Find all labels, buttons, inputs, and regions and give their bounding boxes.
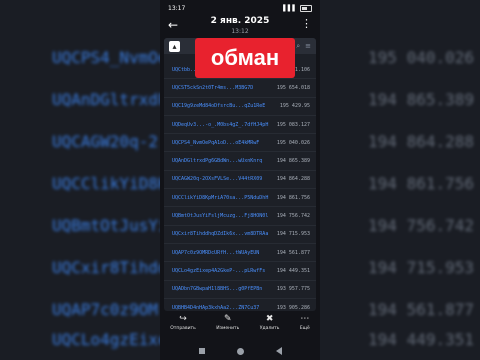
edit-button[interactable]: ✎ Изменить bbox=[216, 314, 239, 338]
list-item: UQCST5ckSn2t0Tr4ms...M3BG7D 195 654.018 bbox=[164, 79, 316, 98]
list-item: UQCLo4gzEixep4A2GkeP-...pLRwfFs 194 449.3… bbox=[164, 262, 316, 281]
toolbar-label: Изменить bbox=[216, 326, 240, 331]
wallet-address: UQC19g9zeMd84oDfsrcBu...qZu1ReE bbox=[172, 103, 266, 110]
share-icon: ↪ bbox=[179, 314, 187, 324]
edit-icon: ✎ bbox=[224, 314, 232, 324]
wallet-address: UQCLo4gzEixep4A2GkeP-...pLRwfFs bbox=[172, 267, 266, 274]
more-button[interactable]: ⋯ Ещё bbox=[300, 314, 310, 338]
more-vert-icon[interactable]: ⋮ bbox=[301, 17, 312, 30]
status-bar: 13:17 ▌▌▌ bbox=[160, 0, 320, 16]
wallet-address: UQDeqUv3...-o_.M0bs4gZ_.7dfHJ4pH bbox=[172, 121, 269, 128]
more-icon: ⋯ bbox=[300, 314, 310, 324]
list-item: UQBmtOtJusYiFsljMcuzg...Fj8HON0l 194 756.… bbox=[164, 207, 316, 226]
list-item: UQCxir8TihddhqDZdIk6x...vm8DTRAa 194 715.… bbox=[164, 226, 316, 244]
balance-value: 194 861.756 bbox=[276, 194, 310, 201]
viewer-header: ← 2 янв. 2025 13:12 ⋮ bbox=[160, 16, 320, 38]
doc-tools: ⌕ ≡ bbox=[296, 42, 311, 51]
header-time: 13:12 bbox=[231, 28, 249, 35]
search-icon: ⌕ bbox=[296, 41, 301, 50]
status-time: 13:17 bbox=[168, 4, 186, 12]
list-item: UQBHB4D4nHAp3kxhAa2...ZN7Cu37 193 905.286 bbox=[164, 299, 316, 311]
delete-icon: ✖ bbox=[265, 314, 274, 324]
list-item: UQC19g9zeMd84oDfsrcBu...qZu1ReE 195 429.9… bbox=[164, 98, 316, 116]
list-item: UQCClikYiD8KpMriA70sa...P5NduDhH 194 861.… bbox=[164, 189, 316, 208]
app-logo-icon: ▴ bbox=[169, 40, 180, 52]
toolbar-label: Отправить bbox=[170, 326, 196, 331]
balance-value: 194 756.742 bbox=[276, 213, 310, 220]
overlay-label: обман bbox=[195, 38, 295, 78]
balance-value: 193 957.775 bbox=[276, 286, 310, 293]
wallet-address: UQCClikYiD8KpMriA70sa...P5NduDhH bbox=[172, 194, 269, 201]
balance-value: 194 449.351 bbox=[276, 267, 310, 274]
battery-icon bbox=[300, 4, 312, 12]
list-item: UQCAGW20q-2OXsFVLSe...V44tRX09 194 864.28… bbox=[164, 171, 316, 190]
system-nav-bar bbox=[160, 342, 320, 360]
delete-button[interactable]: ✖ Удалить bbox=[260, 314, 280, 338]
balance-value: 194 865.389 bbox=[276, 158, 310, 165]
balance-value: 194 561.877 bbox=[276, 249, 310, 256]
back-button[interactable] bbox=[275, 347, 282, 355]
list-item: UQAP7c0z9OMRDcURfH...tWUAyEUN 194 561.877 bbox=[164, 244, 316, 263]
balance-value: 195 040.026 bbox=[276, 139, 310, 146]
wallet-address: UQAnDGltrxdPg6GBdWn...wUxnKnrq bbox=[172, 158, 263, 165]
wallet-address: UQBmtOtJusYiFsljMcuzg...Fj8HON0l bbox=[172, 213, 269, 220]
share-button[interactable]: ↪ Отправить bbox=[170, 314, 196, 338]
wallet-address: UQCAGW20q-2OXsFVLSe...V44tRX09 bbox=[172, 176, 263, 183]
balance-value: 193 905.286 bbox=[276, 304, 310, 311]
status-icons: ▌▌▌ bbox=[283, 4, 312, 12]
balance-value: 195 429.95 bbox=[279, 103, 310, 110]
list-item: UQADbn7GBwpaH1l8BHS...g0PfEPBn 193 957.77… bbox=[164, 281, 316, 299]
toolbar-label: Ещё bbox=[299, 326, 310, 331]
list-item: UQAnDGltrxdPg6GBdWn...wUxnKnrq 194 865.38… bbox=[164, 152, 316, 171]
list-item: UQDeqUv3...-o_.M0bs4gZ_.7dfHJ4pH 195 083.… bbox=[164, 116, 316, 135]
wallet-address: UQCPS4_NvmOePqA1oD...oE4kMRwF bbox=[172, 139, 260, 146]
header-date: 2 янв. 2025 bbox=[210, 16, 270, 26]
home-button[interactable] bbox=[236, 347, 244, 355]
bottom-toolbar: ↪ Отправить ✎ Изменить ✖ Удалить ⋯ Ещё bbox=[160, 314, 320, 338]
wallet-address: UQCxir8TihddhqDZdIk6x...vm8DTRAa bbox=[172, 231, 269, 238]
recents-button[interactable] bbox=[198, 348, 205, 354]
address-list: UQCtbb...195 721.106UQCST5ckSn2t0Tr4ms..… bbox=[164, 54, 316, 311]
toolbar-label: Удалить bbox=[259, 326, 280, 331]
wallet-address: UQBHB4D4nHAp3kxhAa2...ZN7Cu37 bbox=[172, 304, 260, 311]
document-image[interactable]: ▴ ⌕ ≡ UQCtbb...195 721.106UQCST5ckSn2t0T… bbox=[164, 38, 316, 311]
wallet-address: UQADbn7GBwpaH1l8BHS...g0PfEPBn bbox=[172, 286, 263, 293]
list-item: UQCPS4_NvmOePqA1oD...oE4kMRwF 195 040.026 bbox=[164, 134, 316, 153]
menu-icon: ≡ bbox=[305, 41, 311, 50]
balance-value: 195 654.018 bbox=[276, 84, 310, 91]
balance-value: 194 864.288 bbox=[276, 176, 310, 183]
wallet-address: UQAP7c0z9OMRDcURfH...tWUAyEUN bbox=[172, 249, 260, 256]
balance-value: 194 715.953 bbox=[276, 231, 310, 238]
signal-icon: ▌▌▌ bbox=[283, 4, 297, 12]
balance-value: 195 083.127 bbox=[276, 121, 310, 128]
wallet-address: UQCST5ckSn2t0Tr4ms...M3BG7D bbox=[172, 84, 254, 91]
